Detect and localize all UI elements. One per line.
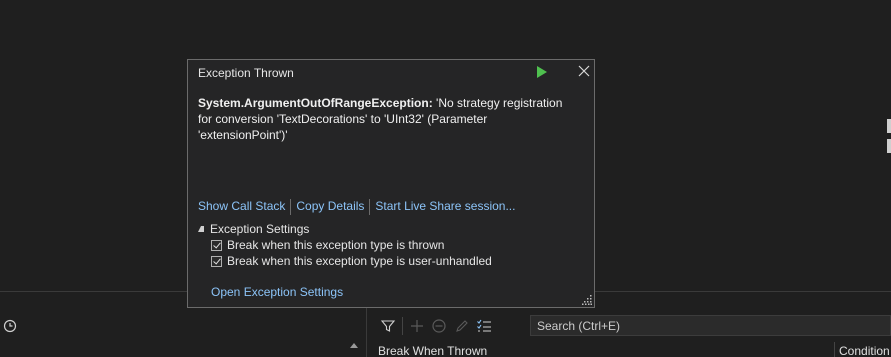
exception-thrown-popup: Exception Thrown System.ArgumentOutOfRan… [187, 59, 595, 308]
column-separator[interactable] [834, 342, 835, 357]
break-unhandled-label: Break when this exception type is user-u… [227, 254, 492, 268]
exception-type: System.ArgumentOutOfRangeException: [198, 96, 433, 110]
edit-pencil-icon[interactable] [454, 318, 470, 334]
column-header-break-when-thrown[interactable]: Break When Thrown [378, 344, 487, 357]
show-call-stack-link[interactable]: Show Call Stack [198, 199, 285, 213]
link-separator [290, 199, 292, 215]
ide-background: Search (Ctrl+E) Break When Thrown Condit… [0, 0, 891, 357]
checklist-icon[interactable] [476, 318, 492, 334]
popup-title: Exception Thrown [198, 66, 294, 80]
remove-icon[interactable] [431, 318, 447, 334]
continue-play-icon[interactable] [535, 65, 549, 79]
copy-details-link[interactable]: Copy Details [296, 199, 364, 213]
toolbar-separator [402, 317, 403, 335]
popup-action-links: Show Call Stack Copy Details Start Live Sh… [198, 199, 515, 215]
break-thrown-row[interactable]: Break when this exception type is thrown [211, 237, 492, 253]
scroll-up-arrow-icon[interactable] [348, 340, 360, 350]
break-thrown-checkbox[interactable] [211, 239, 222, 251]
live-share-link[interactable]: Start Live Share session... [375, 199, 515, 213]
resize-grip-icon[interactable] [582, 295, 592, 305]
exception-settings-header[interactable]: Exception Settings [198, 221, 492, 237]
search-input[interactable]: Search (Ctrl+E) [530, 315, 891, 336]
link-separator [369, 199, 371, 215]
collapse-triangle-icon[interactable] [198, 226, 204, 232]
scrollbar-marker [887, 119, 891, 133]
open-exception-settings-link[interactable]: Open Exception Settings [211, 285, 343, 299]
exception-message-line: 'No strategy registration [436, 96, 563, 110]
exception-message: System.ArgumentOutOfRangeException: 'No … [198, 95, 570, 143]
open-exception-settings-label[interactable]: Open Exception Settings [211, 285, 343, 299]
exception-message-line: for conversion 'TextDecorations' to 'UIn… [198, 112, 488, 126]
column-header-conditions[interactable]: Condition [839, 344, 890, 357]
exception-message-line: 'extensionPoint')' [198, 128, 288, 142]
close-icon[interactable] [577, 64, 591, 78]
break-unhandled-row[interactable]: Break when this exception type is user-u… [211, 253, 492, 269]
add-icon[interactable] [409, 318, 425, 334]
break-unhandled-checkbox[interactable] [211, 255, 222, 267]
clock-icon[interactable] [3, 319, 17, 333]
break-thrown-label: Break when this exception type is thrown [227, 238, 445, 252]
scrollbar-marker [887, 139, 891, 153]
exception-settings-section: Exception Settings Break when this excep… [198, 221, 492, 269]
exception-settings-label: Exception Settings [210, 222, 310, 236]
filter-icon[interactable] [380, 318, 396, 334]
